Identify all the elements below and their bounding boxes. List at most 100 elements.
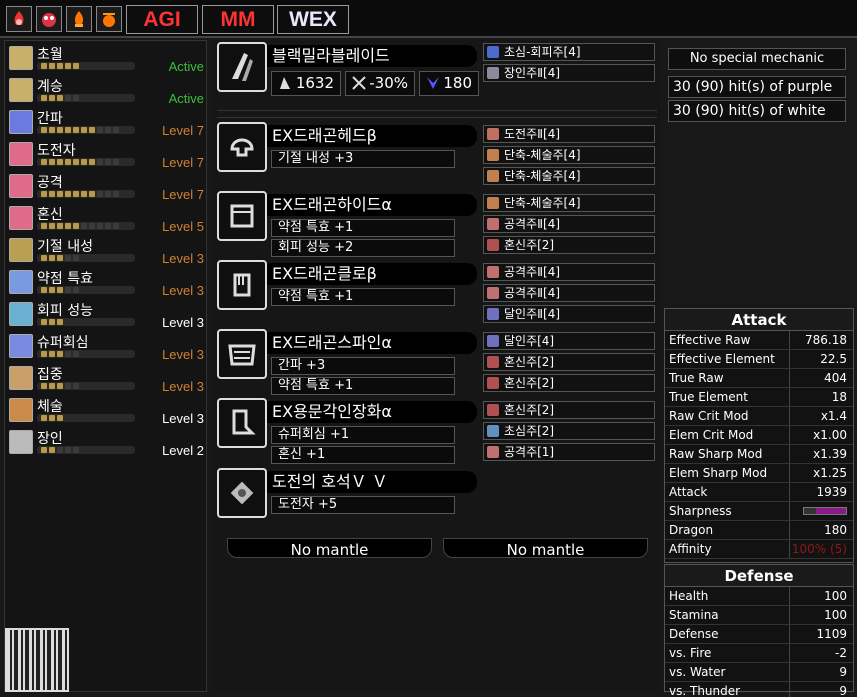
armor-deco[interactable]: 혼신주[2] bbox=[483, 401, 655, 419]
skill-row[interactable]: 초월 Active bbox=[5, 43, 208, 75]
mantle-slot-2[interactable]: No mantle bbox=[443, 538, 648, 559]
charm-skill: 도전자 +5 bbox=[271, 496, 455, 514]
level-pip bbox=[113, 223, 119, 229]
armor-slot[interactable]: EX드래곤클로β 약점 특효 +1 bbox=[217, 260, 479, 312]
skill-icon bbox=[9, 110, 33, 134]
stat-label: vs. Water bbox=[669, 665, 726, 679]
armor-deco[interactable]: 혼신주[2] bbox=[483, 353, 655, 371]
level-pip bbox=[65, 383, 71, 389]
skill-row[interactable]: 회피 성능 Level 3 bbox=[5, 299, 208, 331]
skill-name: 약점 특효 bbox=[37, 271, 93, 287]
armor-deco[interactable]: 초심주[2] bbox=[483, 422, 655, 440]
skill-level-bar bbox=[37, 414, 135, 422]
fire-icon[interactable] bbox=[66, 6, 92, 32]
purple-hits: 30 (90) hit(s) of purple bbox=[668, 76, 846, 98]
skill-level: Level 3 bbox=[162, 411, 204, 426]
level-pip bbox=[41, 255, 47, 261]
top-toolbar: AGI MM WEX bbox=[0, 0, 857, 38]
skill-row[interactable]: 체술 Level 3 bbox=[5, 395, 208, 427]
skill-name: 초월 bbox=[37, 47, 63, 63]
skill-row[interactable]: 장인 Level 2 bbox=[5, 427, 208, 459]
level-pip bbox=[41, 351, 47, 357]
armor-skill: 간파 +3 bbox=[271, 357, 455, 375]
skill-icon bbox=[9, 206, 33, 230]
skill-name: 공격 bbox=[37, 175, 63, 191]
defense-stat-row: Health 100 bbox=[665, 587, 853, 606]
dragon-element-icon bbox=[425, 75, 441, 98]
skill-row[interactable]: 계승 Active bbox=[5, 75, 208, 107]
skill-icon bbox=[9, 270, 33, 294]
charm-name: 도전의 호석Ｖ Ｖ bbox=[267, 471, 477, 493]
skill-row[interactable]: 약점 특효 Level 3 bbox=[5, 267, 208, 299]
level-pip bbox=[57, 287, 63, 293]
weapon-deco-2[interactable]: 장인주Ⅱ[4] bbox=[483, 64, 655, 82]
level-pip bbox=[73, 223, 79, 229]
skill-level-bar bbox=[37, 446, 135, 454]
level-pip bbox=[65, 447, 71, 453]
wex-button[interactable]: WEX bbox=[277, 5, 349, 34]
level-pip bbox=[89, 223, 95, 229]
skill-row[interactable]: 간파 Level 7 bbox=[5, 107, 208, 139]
armor-deco[interactable]: 도전주Ⅱ[4] bbox=[483, 125, 655, 143]
level-pip bbox=[73, 191, 79, 197]
level-pip bbox=[97, 127, 103, 133]
armor-deco[interactable]: 달인주[4] bbox=[483, 332, 655, 350]
skill-level: Level 3 bbox=[162, 251, 204, 266]
armor-slot[interactable]: EX드래곤헤드β 기절 내성 +3 bbox=[217, 122, 479, 174]
agi-button[interactable]: AGI bbox=[126, 5, 198, 34]
armor-deco[interactable]: 달인주Ⅱ[4] bbox=[483, 305, 655, 323]
fire-element-icon[interactable] bbox=[6, 6, 32, 32]
level-pip bbox=[57, 223, 63, 229]
defense-stat-row: vs. Thunder 9 bbox=[665, 682, 853, 697]
skill-level-bar bbox=[37, 94, 135, 102]
skill-row[interactable]: 혼신 Level 5 bbox=[5, 203, 208, 235]
armor-deco[interactable]: 공격주Ⅱ[4] bbox=[483, 284, 655, 302]
level-pip bbox=[41, 383, 47, 389]
level-pip bbox=[89, 127, 95, 133]
armor-slot[interactable]: EX드래곤하이드α 약점 특효 +1 회피 성능 +2 bbox=[217, 191, 479, 257]
skill-level: Level 5 bbox=[162, 219, 204, 234]
skill-row[interactable]: 슈퍼회심 Level 3 bbox=[5, 331, 208, 363]
stat-value: 1109 bbox=[816, 627, 847, 641]
skill-row[interactable]: 공격 Level 7 bbox=[5, 171, 208, 203]
skill-level: Level 7 bbox=[162, 123, 204, 138]
armor-deco[interactable]: 단축-체술주[4] bbox=[483, 146, 655, 164]
level-pip bbox=[57, 191, 63, 197]
armor-deco[interactable]: 공격주Ⅱ[4] bbox=[483, 263, 655, 281]
skill-name: 간파 bbox=[37, 111, 63, 127]
armor-deco[interactable]: 공격주[1] bbox=[483, 443, 655, 461]
skill-icon bbox=[9, 46, 33, 70]
level-pip bbox=[49, 127, 55, 133]
armor-deco[interactable]: 단축-체술주[4] bbox=[483, 167, 655, 185]
attack-stat-row: Dragon 180 bbox=[665, 521, 853, 540]
weapon-deco-1[interactable]: 초심-회피주[4] bbox=[483, 43, 655, 61]
armor-deco[interactable]: 혼신주[2] bbox=[483, 374, 655, 392]
mantle-slot-1[interactable]: No mantle bbox=[227, 538, 432, 559]
level-pip bbox=[65, 95, 71, 101]
decoration-icon bbox=[487, 335, 499, 347]
stat-label: vs. Thunder bbox=[669, 684, 741, 697]
charm-slot[interactable]: 도전의 호석Ｖ Ｖ 도전자 +5 bbox=[217, 468, 479, 520]
weapon-slot[interactable]: 블랙밀라블레이드 1632 -30% 180 bbox=[217, 42, 479, 98]
mm-button[interactable]: MM bbox=[202, 5, 274, 34]
skill-row[interactable]: 기절 내성 Level 3 bbox=[5, 235, 208, 267]
armor-slot[interactable]: EX드래곤스파인α 간파 +3 약점 특효 +1 bbox=[217, 329, 479, 395]
armor-skill: 슈퍼회심 +1 bbox=[271, 426, 455, 444]
level-pip bbox=[41, 287, 47, 293]
qr-code[interactable] bbox=[5, 628, 69, 692]
attack-stat-row: Elem Crit Mod x1.00 bbox=[665, 426, 853, 445]
skill-row[interactable]: 도전자 Level 7 bbox=[5, 139, 208, 171]
armor-deco[interactable]: 공격주Ⅱ[4] bbox=[483, 215, 655, 233]
decoration-icon bbox=[487, 356, 499, 368]
slime-icon[interactable] bbox=[36, 6, 62, 32]
armor-deco[interactable]: 단축-체술주[4] bbox=[483, 194, 655, 212]
bomb-icon[interactable] bbox=[96, 6, 122, 32]
armor-slot[interactable]: EX용문각인장화α 슈퍼회심 +1 혼신 +1 bbox=[217, 398, 479, 464]
skill-row[interactable]: 집중 Level 3 bbox=[5, 363, 208, 395]
stat-label: Defense bbox=[669, 627, 719, 641]
defense-panel: Defense Health 100 Stamina 100 Defense 1109 vs… bbox=[664, 564, 854, 697]
armor-deco[interactable]: 혼신주[2] bbox=[483, 236, 655, 254]
level-pip bbox=[65, 159, 71, 165]
level-pip bbox=[73, 127, 79, 133]
skill-level-bar bbox=[37, 254, 135, 262]
